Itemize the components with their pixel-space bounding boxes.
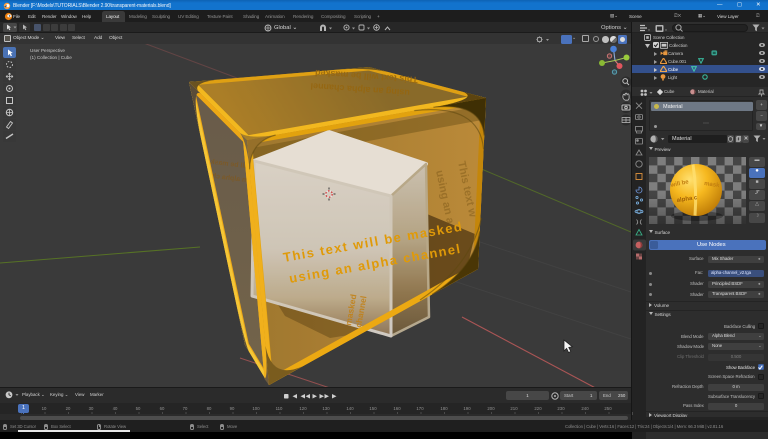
svg-text:(1) Collection | Cube: (1) Collection | Cube xyxy=(30,55,72,60)
svg-text:User Perspective: User Perspective xyxy=(30,48,65,53)
